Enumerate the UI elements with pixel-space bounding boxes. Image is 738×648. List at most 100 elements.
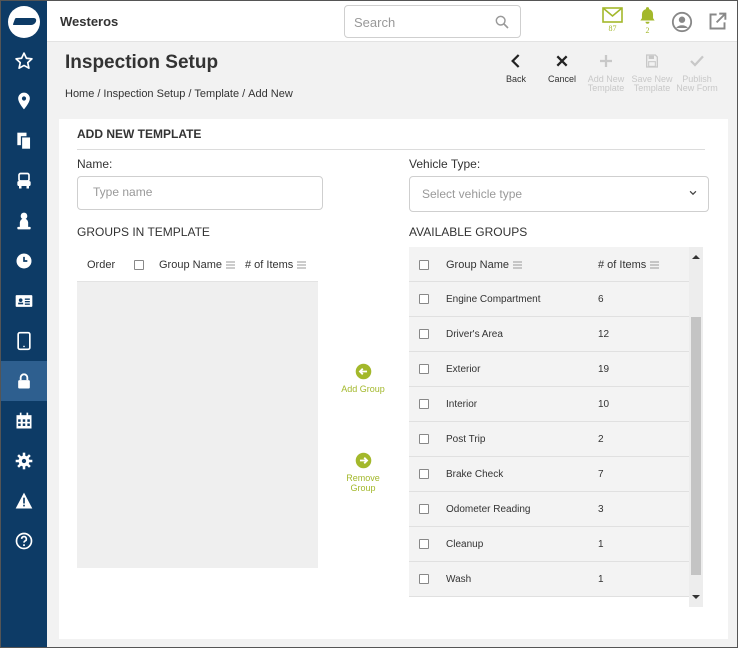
row-checkbox[interactable] bbox=[419, 574, 429, 584]
table-row[interactable]: Driver's Area 12 bbox=[409, 317, 689, 352]
sidebar-item-history[interactable] bbox=[1, 241, 47, 281]
notifications-count: 2 bbox=[645, 26, 650, 35]
group-name: Post Trip bbox=[446, 434, 486, 445]
column-label: # of Items bbox=[245, 259, 294, 271]
search-icon[interactable] bbox=[494, 14, 510, 30]
column-menu-icon[interactable] bbox=[297, 261, 307, 269]
sidebar-item-favorites[interactable] bbox=[1, 41, 47, 81]
user-profile-icon[interactable] bbox=[671, 11, 693, 33]
name-input[interactable] bbox=[93, 185, 293, 199]
item-count-column-header[interactable]: # of Items bbox=[245, 259, 307, 271]
column-menu-icon[interactable] bbox=[225, 261, 235, 269]
table-row[interactable]: Interior 10 bbox=[409, 387, 689, 422]
top-bar: Westeros 87 2 bbox=[47, 1, 737, 42]
row-checkbox[interactable] bbox=[419, 364, 429, 374]
row-checkbox[interactable] bbox=[419, 399, 429, 409]
table-row[interactable]: Brake Check 7 bbox=[409, 457, 689, 492]
order-column-header[interactable]: Order bbox=[87, 259, 115, 271]
table-row[interactable]: Odometer Reading 3 bbox=[409, 492, 689, 527]
cancel-button[interactable]: Cancel bbox=[537, 53, 587, 84]
sidebar-item-documents[interactable] bbox=[1, 121, 47, 161]
clock-icon bbox=[16, 253, 32, 269]
table-row[interactable]: Post Trip 2 bbox=[409, 422, 689, 457]
group-name: Interior bbox=[446, 399, 478, 410]
breadcrumb-template[interactable]: Template bbox=[194, 88, 239, 100]
scroll-up-icon[interactable] bbox=[692, 253, 700, 261]
section-title: ADD NEW TEMPLATE bbox=[77, 127, 202, 141]
group-name-column-header[interactable]: Group Name bbox=[159, 259, 235, 271]
documents-icon bbox=[17, 132, 32, 150]
column-menu-icon[interactable] bbox=[512, 261, 522, 269]
messages-button[interactable]: 87 bbox=[602, 7, 623, 33]
star-icon bbox=[15, 52, 33, 69]
name-field[interactable] bbox=[77, 176, 323, 210]
row-checkbox[interactable] bbox=[419, 329, 429, 339]
group-name: Driver's Area bbox=[446, 329, 503, 340]
group-name-column-header[interactable]: Group Name bbox=[446, 259, 522, 271]
sidebar-item-drivers[interactable] bbox=[1, 201, 47, 241]
divider bbox=[77, 149, 705, 150]
group-name: Cleanup bbox=[446, 539, 484, 550]
table-row[interactable]: Cleanup 1 bbox=[409, 527, 689, 562]
breadcrumb-inspection-setup[interactable]: Inspection Setup bbox=[103, 88, 185, 100]
item-count: 6 bbox=[598, 294, 604, 305]
close-icon bbox=[556, 55, 568, 67]
vehicle-type-placeholder: Select vehicle type bbox=[422, 187, 523, 201]
search-box[interactable] bbox=[344, 5, 521, 38]
sidebar-item-id-cards[interactable] bbox=[1, 281, 47, 321]
sidebar-item-locations[interactable] bbox=[1, 81, 47, 121]
sidebar-item-devices[interactable] bbox=[1, 321, 47, 361]
map-pin-icon bbox=[18, 92, 30, 110]
notifications-button[interactable]: 2 bbox=[638, 5, 657, 35]
add-new-template-button[interactable]: Add New Template bbox=[581, 53, 631, 93]
available-groups-label: AVAILABLE GROUPS bbox=[409, 225, 528, 239]
scroll-down-icon[interactable] bbox=[692, 593, 700, 601]
table-row[interactable]: Wash 1 bbox=[409, 562, 689, 597]
remove-group-button[interactable]: Remove Group bbox=[333, 452, 393, 493]
breadcrumb-home[interactable]: Home bbox=[65, 88, 94, 100]
group-name: Wash bbox=[446, 574, 472, 585]
warning-icon bbox=[15, 492, 33, 509]
breadcrumb-add-new: Add New bbox=[248, 88, 293, 100]
sidebar-item-vehicles[interactable] bbox=[1, 161, 47, 201]
save-icon bbox=[646, 54, 658, 68]
publish-new-form-button[interactable]: Publish New Form bbox=[672, 53, 722, 93]
table-row[interactable]: Exterior 19 bbox=[409, 352, 689, 387]
add-group-button[interactable]: Add Group bbox=[333, 363, 393, 394]
app-logo[interactable] bbox=[8, 6, 40, 38]
column-label: # of Items bbox=[598, 259, 647, 271]
row-checkbox[interactable] bbox=[419, 539, 429, 549]
sidebar-item-settings[interactable] bbox=[1, 441, 47, 481]
item-count: 7 bbox=[598, 469, 604, 480]
breadcrumb: Home / Inspection Setup / Template / Add New bbox=[65, 88, 296, 100]
template-groups-table: Order Group Name # of Items bbox=[77, 247, 318, 568]
vertical-scrollbar[interactable] bbox=[689, 247, 703, 607]
sidebar-item-help[interactable] bbox=[1, 521, 47, 561]
vehicle-type-select[interactable]: Select vehicle type bbox=[409, 176, 709, 212]
messages-count: 87 bbox=[608, 24, 617, 33]
save-new-template-button[interactable]: Save New Template bbox=[627, 53, 677, 93]
back-button[interactable]: Back bbox=[491, 53, 541, 84]
select-all-checkbox[interactable] bbox=[134, 260, 144, 270]
publish-new-form-label: Publish New Form bbox=[676, 74, 718, 93]
arrow-left-circle-icon bbox=[355, 363, 371, 380]
scrollbar-thumb[interactable] bbox=[691, 317, 701, 575]
chevron-down-icon bbox=[689, 190, 697, 196]
row-checkbox[interactable] bbox=[419, 504, 429, 514]
checkmark-icon bbox=[690, 55, 704, 67]
external-link-icon[interactable] bbox=[707, 11, 728, 32]
item-count: 2 bbox=[598, 434, 604, 445]
sidebar-item-security[interactable] bbox=[1, 361, 47, 401]
sidebar-item-alerts[interactable] bbox=[1, 481, 47, 521]
item-count-column-header[interactable]: # of Items bbox=[598, 259, 660, 271]
table-row[interactable]: Engine Compartment 6 bbox=[409, 282, 689, 317]
breadcrumb-separator: / bbox=[97, 88, 101, 100]
id-card-icon bbox=[15, 295, 33, 307]
row-checkbox[interactable] bbox=[419, 469, 429, 479]
sidebar-item-calendar[interactable] bbox=[1, 401, 47, 441]
select-all-checkbox[interactable] bbox=[419, 260, 429, 270]
search-input[interactable] bbox=[354, 13, 484, 31]
column-menu-icon[interactable] bbox=[650, 261, 660, 269]
row-checkbox[interactable] bbox=[419, 434, 429, 444]
row-checkbox[interactable] bbox=[419, 294, 429, 304]
